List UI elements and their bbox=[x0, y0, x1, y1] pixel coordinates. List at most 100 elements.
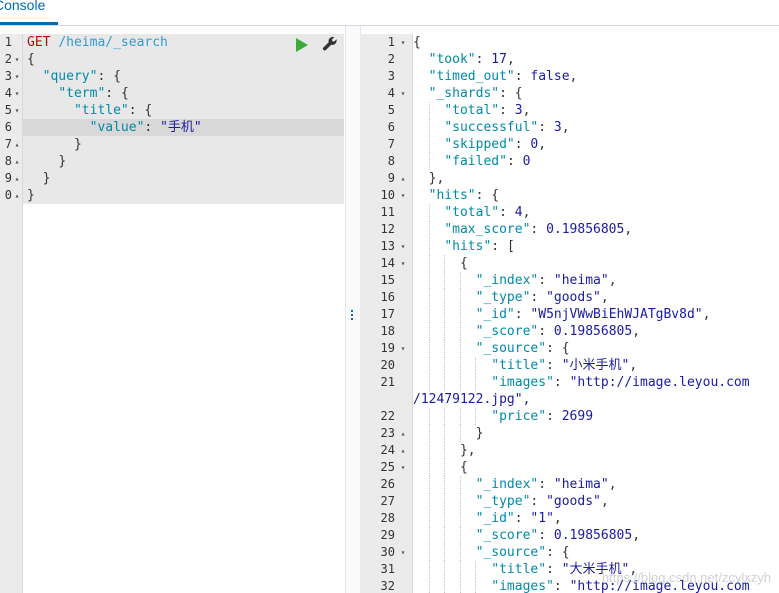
response-line: "skipped": 0, bbox=[444, 137, 547, 152]
request-line-number: 0 bbox=[4, 188, 12, 202]
response-line-number: 19 bbox=[380, 341, 395, 355]
request-gutter: 1 2 3 4 5 6 7 8 9 0 ▾ ▾ ▾ ▾ ▴ ▴ ▴ ▴ bbox=[0, 34, 23, 593]
response-line-number: 12 bbox=[380, 222, 395, 236]
response-line: "_id": "1", bbox=[475, 511, 562, 526]
response-line-number: 22 bbox=[380, 409, 395, 423]
fold-toggle-icon[interactable]: ▾ bbox=[398, 34, 408, 51]
response-line: "_type": "goods", bbox=[475, 290, 609, 305]
request-line: } bbox=[58, 154, 67, 169]
response-line-number: 2 bbox=[387, 52, 395, 66]
response-line-number: 7 bbox=[387, 137, 395, 151]
watermark: https://blog.csdn.net/zcylxzyh bbox=[601, 570, 771, 585]
fold-toggle-icon[interactable]: ▾ bbox=[12, 51, 22, 68]
request-line-number: 4 bbox=[4, 86, 12, 100]
response-line: "price": 2699 bbox=[491, 409, 594, 424]
response-line-number: 17 bbox=[380, 307, 395, 321]
request-line: } bbox=[42, 171, 51, 186]
pane-resize-handle[interactable] bbox=[345, 26, 361, 593]
tab-console[interactable]: Console bbox=[0, 0, 58, 25]
fold-toggle-icon[interactable]: ▾ bbox=[12, 85, 22, 102]
response-line-number: 16 bbox=[380, 290, 395, 304]
unfold-toggle-icon[interactable]: ▴ bbox=[12, 187, 22, 204]
response-line-number: 11 bbox=[380, 205, 395, 219]
response-line: "_id": "W5njVWwBiEhWJATgBv8d", bbox=[475, 307, 711, 322]
unfold-toggle-icon[interactable]: ▴ bbox=[12, 136, 22, 153]
fold-toggle-icon[interactable]: ▾ bbox=[12, 68, 22, 85]
response-line-number: 23 bbox=[380, 426, 395, 440]
response-line: "timed_out": false, bbox=[428, 69, 578, 84]
response-line-number: 27 bbox=[380, 494, 395, 508]
response-line-number: 3 bbox=[387, 69, 395, 83]
grip-dots-icon bbox=[351, 310, 354, 322]
response-line: }, bbox=[428, 171, 445, 186]
request-path: /heima/_search bbox=[58, 35, 168, 50]
response-line: /12479122.jpg", bbox=[413, 392, 531, 407]
unfold-toggle-icon[interactable]: ▴ bbox=[398, 170, 408, 187]
response-line-number: 13 bbox=[380, 239, 395, 253]
response-line: } bbox=[475, 426, 484, 441]
response-viewer[interactable]: 1 ▾ 2 3 4 ▾ 5 6 7 8 9 ▴ 10 ▾ 11 12 13 ▾ 14 ▾ 15 16 17 18 19 ▾ 20 21… bbox=[360, 34, 779, 593]
fold-toggle-icon[interactable]: ▾ bbox=[12, 102, 22, 119]
wrench-icon[interactable] bbox=[322, 36, 338, 52]
unfold-toggle-icon[interactable]: ▴ bbox=[398, 425, 408, 442]
response-line: "images": "http://image.leyou.com bbox=[491, 375, 750, 390]
fold-toggle-icon[interactable]: ▾ bbox=[398, 187, 408, 204]
request-line-number: 1 bbox=[4, 35, 12, 49]
response-line: }, bbox=[459, 443, 476, 458]
request-line: "term": { bbox=[58, 86, 129, 101]
response-line-number: 24 bbox=[380, 443, 395, 457]
response-line: "_score": 0.19856805, bbox=[475, 528, 641, 543]
unfold-toggle-icon[interactable]: ▴ bbox=[12, 153, 22, 170]
response-line: "_source": { bbox=[475, 545, 570, 560]
response-line: "max_score": 0.19856805, bbox=[444, 222, 633, 237]
request-line-1: GET /heima/_search bbox=[27, 34, 168, 51]
response-line: "_source": { bbox=[475, 341, 570, 356]
request-line-number: 8 bbox=[4, 154, 12, 168]
request-code-area[interactable]: GET /heima/_search { "query": { "term": … bbox=[23, 34, 344, 593]
unfold-toggle-icon[interactable]: ▴ bbox=[398, 442, 408, 459]
request-editor[interactable]: 1 2 3 4 5 6 7 8 9 0 ▾ ▾ ▾ ▾ ▴ ▴ ▴ ▴ GET /heima/_search { … bbox=[0, 34, 344, 593]
response-code-area: { "took": 17, "timed_out": false, "_shar… bbox=[413, 34, 779, 593]
response-line: "hits": { bbox=[428, 188, 500, 203]
fold-toggle-icon[interactable]: ▾ bbox=[398, 544, 408, 561]
request-line-number: 9 bbox=[4, 171, 12, 185]
response-line: "total": 4, bbox=[444, 205, 531, 220]
response-line: "title": "小米手机", bbox=[491, 358, 638, 373]
response-line-number: 10 bbox=[380, 188, 395, 202]
response-line-number: 29 bbox=[380, 528, 395, 542]
request-line-number: 5 bbox=[4, 103, 12, 117]
response-line-number: 21 bbox=[380, 375, 395, 389]
response-line: "_index": "heima", bbox=[475, 477, 617, 492]
response-line: { bbox=[459, 256, 468, 271]
request-line: } bbox=[27, 188, 35, 203]
request-method: GET bbox=[27, 35, 51, 50]
response-line-number: 4 bbox=[387, 86, 395, 100]
fold-toggle-icon[interactable]: ▾ bbox=[398, 85, 408, 102]
response-line: "_score": 0.19856805, bbox=[475, 324, 641, 339]
response-line-number: 31 bbox=[380, 562, 395, 576]
request-line-number: 6 bbox=[4, 120, 12, 134]
request-line: } bbox=[73, 137, 82, 152]
request-line: { bbox=[27, 52, 35, 67]
response-line-number: 32 bbox=[380, 579, 395, 593]
console-tabbar: Console bbox=[0, 0, 779, 26]
response-line-number: 30 bbox=[380, 545, 395, 559]
request-line-number: 7 bbox=[4, 137, 12, 151]
response-gutter: 1 ▾ 2 3 4 ▾ 5 6 7 8 9 ▴ 10 ▾ 11 12 13 ▾ 14 ▾ 15 16 17 18 19 ▾ 20 21… bbox=[360, 34, 413, 593]
response-line: { bbox=[459, 460, 468, 475]
request-line-number: 2 bbox=[4, 52, 12, 66]
response-line: { bbox=[413, 35, 421, 50]
response-line-number: 15 bbox=[380, 273, 395, 287]
fold-toggle-icon[interactable]: ▾ bbox=[398, 255, 408, 272]
fold-toggle-icon[interactable]: ▾ bbox=[398, 459, 408, 476]
response-line-number: 9 bbox=[387, 171, 395, 185]
response-line-number: 28 bbox=[380, 511, 395, 525]
fold-toggle-icon[interactable]: ▾ bbox=[398, 238, 408, 255]
response-line-number bbox=[360, 391, 395, 408]
unfold-toggle-icon[interactable]: ▴ bbox=[12, 170, 22, 187]
play-icon[interactable] bbox=[296, 38, 308, 52]
response-line-number: 6 bbox=[387, 120, 395, 134]
fold-toggle-icon[interactable]: ▾ bbox=[398, 340, 408, 357]
response-line-number: 25 bbox=[380, 460, 395, 474]
response-line: "_type": "goods", bbox=[475, 494, 609, 509]
